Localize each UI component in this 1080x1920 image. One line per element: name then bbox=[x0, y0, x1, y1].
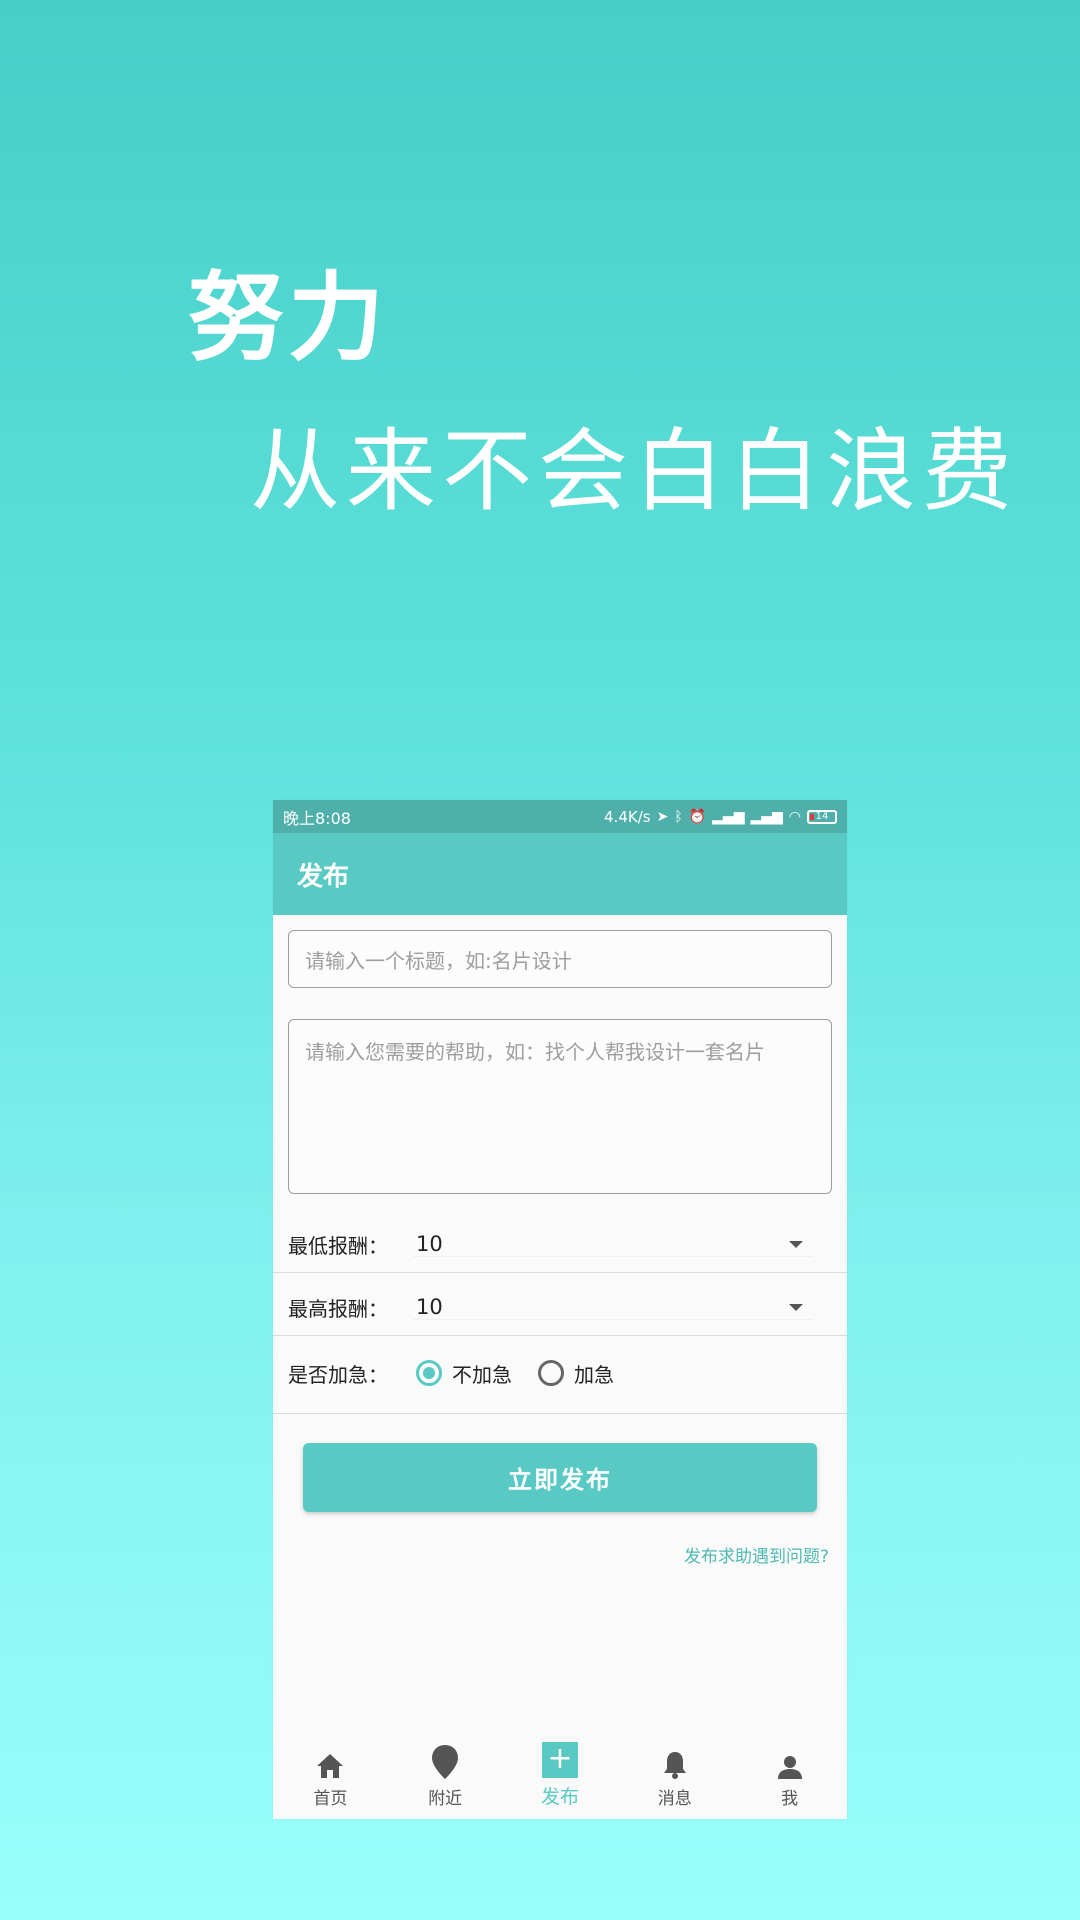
bottom-tab-bar: 首页 附近 + 发布 消息 我 bbox=[273, 1729, 847, 1819]
description-placeholder: 请输入您需要的帮助，如：找个人帮我设计一套名片 bbox=[305, 1040, 765, 1064]
title-placeholder: 请输入一个标题，如:名片设计 bbox=[305, 948, 572, 973]
radio-dot bbox=[423, 1367, 435, 1379]
tab-home-label: 首页 bbox=[313, 1789, 348, 1809]
tab-publish-label: 发布 bbox=[540, 1786, 579, 1808]
tab-messages-label: 消息 bbox=[657, 1789, 692, 1809]
phone-screen: 晚上8:08 4.4K/s ➤ ᛒ ⏰ ▂▄▆ ▂▄▆ ◠ 14 发布 请输入一… bbox=[273, 800, 847, 1819]
plus-icon: + bbox=[541, 1740, 578, 1778]
status-time: 晚上8:08 bbox=[283, 808, 351, 828]
not-urgent-label[interactable]: 不加急 bbox=[452, 1359, 512, 1388]
help-link[interactable]: 发布求助遇到问题? bbox=[684, 1542, 829, 1567]
min-reward-select[interactable]: 10 bbox=[416, 1232, 443, 1256]
title-input[interactable]: 请输入一个标题，如:名片设计 bbox=[288, 930, 832, 988]
tab-nearby-label: 附近 bbox=[428, 1789, 463, 1809]
network-speed: 4.4K/s bbox=[604, 807, 651, 826]
battery-level: 14 bbox=[815, 811, 829, 822]
tab-me[interactable]: 我 bbox=[735, 1742, 845, 1809]
urgent-label: 是否加急： bbox=[288, 1362, 388, 1387]
bluetooth-icon: ᛒ bbox=[674, 808, 683, 825]
plus-box: + bbox=[541, 1742, 578, 1778]
signal-icon-1: ▂▄▆ bbox=[712, 808, 745, 825]
tab-me-label: 我 bbox=[781, 1789, 799, 1809]
bell-icon bbox=[662, 1742, 688, 1780]
location-arrow-icon: ➤ bbox=[656, 808, 669, 825]
urgent-row: 是否加急： 不加急 加急 bbox=[273, 1348, 847, 1398]
urgent-option-label[interactable]: 加急 bbox=[574, 1359, 614, 1388]
battery-icon: 14 bbox=[807, 809, 837, 824]
min-reward-label: 最低报酬： bbox=[288, 1233, 388, 1258]
divider bbox=[273, 1272, 847, 1273]
max-reward-dropdown-icon[interactable] bbox=[789, 1303, 803, 1311]
radio-not-urgent[interactable] bbox=[416, 1360, 442, 1386]
max-reward-underline bbox=[413, 1319, 813, 1320]
tab-nearby[interactable]: 附近 bbox=[390, 1742, 500, 1809]
max-reward-label: 最高报酬： bbox=[288, 1296, 388, 1321]
tab-publish[interactable]: + 发布 bbox=[505, 1740, 615, 1809]
divider bbox=[273, 1413, 847, 1414]
status-icons: 4.4K/s ➤ ᛒ ⏰ ▂▄▆ ▂▄▆ ◠ 14 bbox=[604, 808, 837, 826]
min-reward-row: 最低报酬： 10 bbox=[273, 1220, 847, 1268]
person-icon bbox=[777, 1742, 803, 1780]
max-reward-row: 最高报酬： 10 bbox=[273, 1283, 847, 1331]
tab-home[interactable]: 首页 bbox=[275, 1742, 385, 1809]
status-bar: 晚上8:08 4.4K/s ➤ ᛒ ⏰ ▂▄▆ ▂▄▆ ◠ 14 bbox=[273, 800, 847, 833]
app-bar: 发布 bbox=[273, 833, 847, 915]
slogan-line-1: 努力 bbox=[188, 262, 388, 374]
home-icon bbox=[315, 1742, 345, 1780]
tab-messages[interactable]: 消息 bbox=[620, 1742, 730, 1809]
page-title: 发布 bbox=[297, 861, 350, 892]
description-textarea[interactable]: 请输入您需要的帮助，如：找个人帮我设计一套名片 bbox=[288, 1019, 832, 1194]
divider bbox=[273, 1335, 847, 1336]
publish-button[interactable]: 立即发布 bbox=[303, 1443, 817, 1512]
slogan-line-2: 从来不会白白浪费 bbox=[250, 419, 1018, 524]
min-reward-dropdown-icon[interactable] bbox=[789, 1240, 803, 1248]
wifi-icon: ◠ bbox=[788, 808, 801, 825]
min-reward-underline bbox=[413, 1256, 813, 1257]
radio-urgent[interactable] bbox=[538, 1360, 564, 1386]
alarm-icon: ⏰ bbox=[688, 808, 707, 825]
location-pin-icon bbox=[431, 1742, 459, 1780]
signal-icon-2: ▂▄▆ bbox=[750, 808, 783, 825]
max-reward-select[interactable]: 10 bbox=[416, 1295, 443, 1319]
